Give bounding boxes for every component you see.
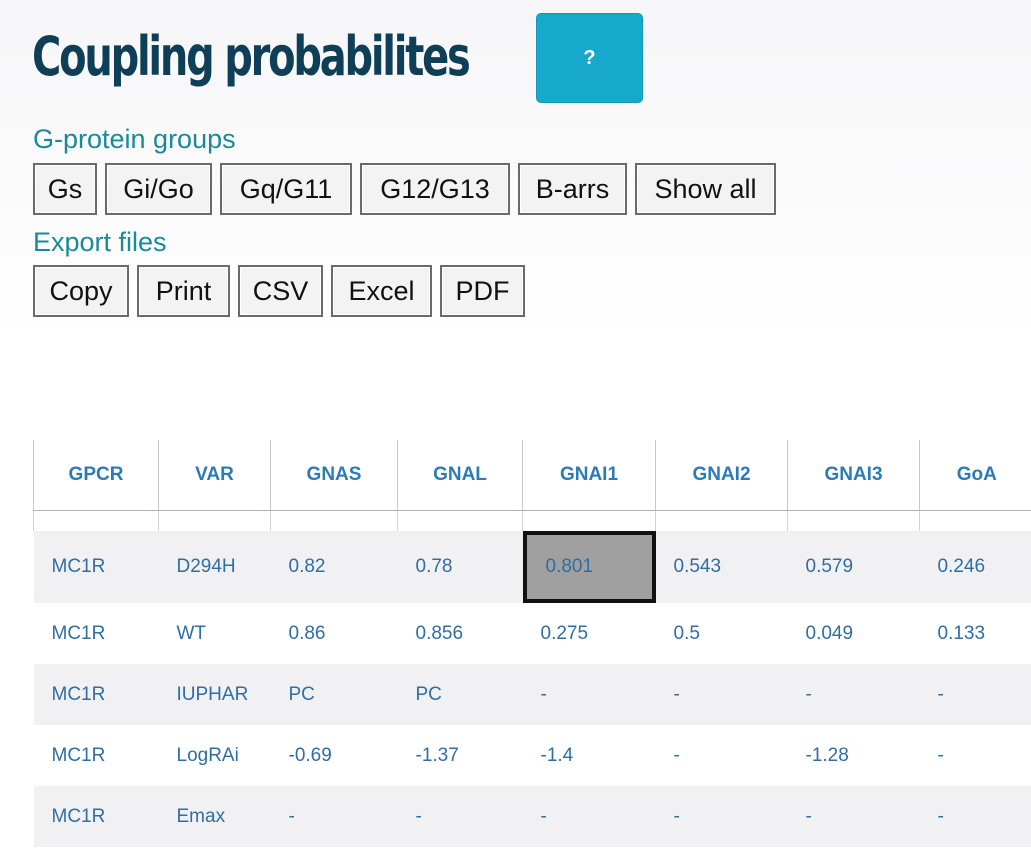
export-pdf-button[interactable]: PDF <box>440 265 525 317</box>
table-header-row: GPCR VAR GNAS GNAL GNAI1 GNAI2 GNAI3 GoA <box>33 440 1031 511</box>
group-button-show-all[interactable]: Show all <box>635 163 776 215</box>
page: Coupling probabilites ? G-protein groups… <box>0 0 1031 862</box>
group-button-b-arrs[interactable]: B-arrs <box>518 163 627 215</box>
table-cell[interactable]: -0.69 <box>270 725 398 786</box>
export-copy-button[interactable]: Copy <box>33 265 129 317</box>
table-cell[interactable]: - <box>655 725 788 786</box>
table-cell[interactable]: MC1R <box>33 664 159 725</box>
table-cell[interactable]: -1.37 <box>397 725 523 786</box>
help-button[interactable]: ? <box>536 13 643 103</box>
table-cell[interactable]: D294H <box>158 531 271 603</box>
table-cell[interactable]: 0.275 <box>522 603 656 664</box>
column-header-goa[interactable]: GoA <box>919 440 1031 511</box>
table-cell[interactable]: - <box>787 786 920 847</box>
title-row: Coupling probabilites <box>32 12 532 102</box>
table-cell[interactable]: 0.82 <box>270 531 398 603</box>
table-cell[interactable]: MC1R <box>33 531 159 603</box>
export-excel-button[interactable]: Excel <box>331 265 432 317</box>
table-cell[interactable]: - <box>655 786 788 847</box>
table-cell[interactable]: 0.246 <box>919 531 1031 603</box>
table-cell[interactable]: MC1R <box>33 603 159 664</box>
table-cell[interactable]: - <box>919 786 1031 847</box>
table-cell[interactable]: - <box>919 725 1031 786</box>
column-header-gnai3[interactable]: GNAI3 <box>787 440 920 511</box>
table-cell[interactable]: PC <box>397 664 523 725</box>
table-cell[interactable]: 0.86 <box>270 603 398 664</box>
table-row: MC1R LogRAi -0.69 -1.37 -1.4 - -1.28 - <box>33 725 1031 786</box>
column-header-gnal[interactable]: GNAL <box>397 440 523 511</box>
table-cell[interactable]: 0.049 <box>787 603 920 664</box>
column-header-gnai2[interactable]: GNAI2 <box>655 440 788 511</box>
gprotein-groups-label: G-protein groups <box>33 124 236 154</box>
page-title: Coupling probabilites <box>32 25 471 88</box>
table-row: MC1R D294H 0.82 0.78 0.801 0.543 0.579 0… <box>33 531 1031 603</box>
group-button-gs[interactable]: Gs <box>33 163 97 215</box>
table-cell[interactable]: 0.78 <box>397 531 523 603</box>
table-cell[interactable]: - <box>397 786 523 847</box>
table-cell[interactable]: MC1R <box>33 786 159 847</box>
table-cell[interactable]: PC <box>270 664 398 725</box>
table-cell[interactable]: LogRAi <box>158 725 271 786</box>
group-button-gq-g11[interactable]: Gq/G11 <box>220 163 352 215</box>
group-button-gi-go[interactable]: Gi/Go <box>105 163 212 215</box>
table-cell[interactable]: 0.133 <box>919 603 1031 664</box>
table-cell[interactable]: MC1R <box>33 725 159 786</box>
export-buttons: Copy Print CSV Excel PDF <box>33 265 525 317</box>
table-cell[interactable]: -1.28 <box>787 725 920 786</box>
table-cell[interactable]: 0.5 <box>655 603 788 664</box>
export-print-button[interactable]: Print <box>137 265 230 317</box>
table-cell[interactable]: -1.4 <box>522 725 656 786</box>
table-cell[interactable]: - <box>919 664 1031 725</box>
table-row: MC1R IUPHAR PC PC - - - - <box>33 664 1031 725</box>
table-cell[interactable]: - <box>270 786 398 847</box>
table-cell[interactable]: - <box>522 786 656 847</box>
table-row: MC1R WT 0.86 0.856 0.275 0.5 0.049 0.133 <box>33 603 1031 664</box>
column-header-gnas[interactable]: GNAS <box>270 440 398 511</box>
table-row: MC1R Emax - - - - - - <box>33 786 1031 847</box>
column-header-gpcr[interactable]: GPCR <box>33 440 159 511</box>
group-button-g12-g13[interactable]: G12/G13 <box>360 163 510 215</box>
table-spacer-row <box>33 510 1031 531</box>
table-cell[interactable]: - <box>787 664 920 725</box>
table-cell[interactable]: - <box>522 664 656 725</box>
table-cell[interactable]: 0.856 <box>397 603 523 664</box>
coupling-table: GPCR VAR GNAS GNAL GNAI1 GNAI2 GNAI3 GoA… <box>33 440 1031 847</box>
table-cell[interactable]: 0.579 <box>787 531 920 603</box>
export-files-label: Export files <box>33 227 167 257</box>
column-header-var[interactable]: VAR <box>158 440 271 511</box>
selected-table-cell[interactable]: 0.801 <box>522 531 656 603</box>
table-cell[interactable]: - <box>655 664 788 725</box>
column-header-gnai1[interactable]: GNAI1 <box>522 440 656 511</box>
gprotein-group-buttons: Gs Gi/Go Gq/G11 G12/G13 B-arrs Show all <box>33 163 776 215</box>
export-csv-button[interactable]: CSV <box>238 265 323 317</box>
table-cell[interactable]: WT <box>158 603 271 664</box>
table-cell[interactable]: IUPHAR <box>158 664 271 725</box>
table-cell[interactable]: 0.543 <box>655 531 788 603</box>
table-cell[interactable]: Emax <box>158 786 271 847</box>
